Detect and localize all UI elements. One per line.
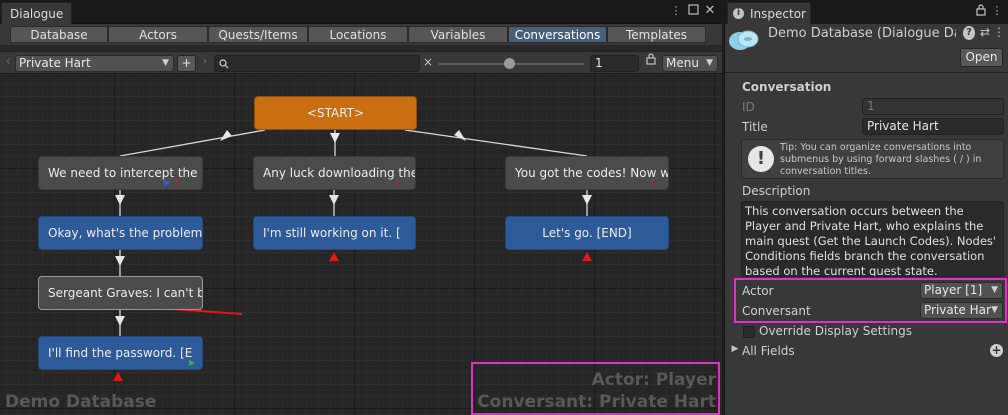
inspector-tab-label: Inspector (750, 7, 806, 21)
menu-label: Menu (666, 56, 699, 70)
section-title: Conversation (742, 80, 832, 94)
end-marker (113, 372, 123, 381)
override-label: Override Display Settings (759, 324, 912, 338)
overlay-conversant: Conversant: Private Hart (477, 392, 716, 412)
zoom-value-field[interactable]: 1 (590, 55, 639, 72)
conversation-dropdown-value: Private Hart (19, 56, 91, 70)
title-field[interactable]: Private Hart (862, 118, 1004, 135)
node-text: I'll find the password. [E (48, 346, 193, 360)
menu-dropdown[interactable]: Menu ▼ (662, 55, 718, 72)
actor-dropdown[interactable]: Player [1] ▼ (920, 282, 1003, 299)
actor-value: Player [1] (924, 283, 983, 297)
node-npc-2[interactable]: Any luck downloading the l ? (253, 156, 416, 190)
node-npc-4[interactable]: Sergeant Graves: I can't b (38, 276, 203, 310)
database-title: Demo Database (Dialogue Dat (768, 26, 956, 41)
database-asset-icon (729, 30, 759, 50)
dropdown-arrow-icon: ▼ (991, 303, 998, 318)
description-label: Description (742, 184, 811, 198)
title-label: Title (742, 120, 768, 134)
lock-icon[interactable] (645, 53, 657, 68)
node-text: We need to intercept the l (48, 166, 203, 180)
node-npc-3[interactable]: You got the codes! Now we ? (505, 156, 669, 190)
dropdown-arrow-icon: ▼ (162, 58, 169, 68)
add-conversation-button[interactable]: + (177, 55, 196, 72)
tab-variables[interactable]: Variables (408, 26, 508, 43)
main-tab-toolbar: Database Actors Quests/Items Locations V… (0, 24, 722, 45)
more-options-icon[interactable]: ⋮ (669, 4, 683, 18)
end-marker (329, 252, 339, 261)
condition-marker-icon: ? (650, 178, 655, 188)
clear-search-icon[interactable]: × (422, 55, 434, 69)
conversant-dropdown[interactable]: Private Hart ▼ (920, 302, 1003, 319)
tab-locations[interactable]: Locations (308, 26, 408, 43)
node-player-3[interactable]: Let's go. [END] (505, 216, 669, 250)
connection-arrow (115, 195, 125, 205)
override-checkbox[interactable] (743, 326, 755, 338)
conversant-value: Private Hart (924, 303, 996, 317)
node-npc-1[interactable]: We need to intercept the l ▶ ? (38, 156, 203, 190)
info-warning-icon: ! (748, 146, 774, 172)
inspector-tab[interactable]: i Inspector (727, 2, 811, 24)
chevron-right-icon[interactable]: › (200, 54, 210, 68)
connection-arrow (330, 133, 340, 143)
more-options-icon[interactable]: ⋮ (993, 25, 1005, 39)
chevron-left-icon[interactable]: ‹ (3, 54, 13, 68)
node-player-2[interactable]: I'm still working on it. [ (253, 216, 416, 250)
end-marker (582, 252, 592, 261)
tab-conversations[interactable]: Conversations (508, 26, 607, 43)
dropdown-arrow-icon: ▼ (991, 285, 998, 295)
link-marker-icon: ▶ (164, 178, 171, 187)
id-label: ID (742, 100, 755, 114)
link-marker-icon: ▶ (189, 358, 196, 367)
preset-icon[interactable]: ⇄ (978, 25, 992, 39)
connection-arrow (582, 195, 592, 205)
node-player-4[interactable]: I'll find the password. [E ▶ (38, 336, 203, 370)
tip-text: Tip: You can organize conversations into… (780, 142, 982, 177)
tab-quests-items[interactable]: Quests/Items (208, 26, 308, 43)
node-start[interactable]: <START> (254, 96, 417, 130)
add-field-icon[interactable]: + (990, 344, 1003, 357)
info-icon: i (733, 8, 744, 19)
tab-database[interactable]: Database (10, 26, 108, 43)
database-watermark: Demo Database (5, 392, 157, 412)
search-icon (219, 59, 229, 69)
conversation-dropdown[interactable]: Private Hart ▼ (15, 55, 174, 72)
tip-box: ! Tip: You can organize conversations in… (741, 139, 1004, 179)
node-text: You got the codes! Now we (515, 166, 669, 180)
condition-marker-icon: ? (394, 178, 399, 188)
inspector-tabbar: i Inspector ⋮ (725, 0, 1008, 24)
node-player-1[interactable]: Okay, what's the problem? (38, 216, 203, 250)
foldout-arrow-icon[interactable]: ▶ (730, 344, 740, 354)
node-canvas[interactable]: <START> We need to intercept the l ▶ ? A… (0, 74, 722, 415)
connection-arrow (220, 130, 232, 141)
close-icon[interactable]: ✕ (703, 4, 717, 18)
zoom-slider-handle[interactable] (504, 58, 515, 69)
dialogue-window-tab[interactable]: Dialogue (1, 2, 73, 24)
conversant-label: Conversant (742, 304, 811, 318)
connection-arrow (329, 195, 339, 205)
actor-label: Actor (742, 284, 774, 298)
tab-actors[interactable]: Actors (108, 26, 208, 43)
connection-arrow (115, 316, 125, 326)
search-input[interactable] (214, 55, 420, 72)
divider (725, 72, 1008, 73)
overlay-actor: Actor: Player (591, 370, 716, 390)
connection-arrow (454, 130, 466, 141)
tab-templates[interactable]: Templates (607, 26, 706, 43)
conversation-toolbar: ‹ Private Hart ▼ + › × 1 Menu ▼ (0, 51, 722, 74)
dialogue-window: Dialogue ⋮ ✕ Database Actors Quests/Item… (0, 0, 722, 415)
id-field: 1 (862, 98, 1004, 115)
lock-icon[interactable] (974, 4, 988, 18)
condition-marker-icon: ? (174, 178, 179, 188)
open-button[interactable]: Open (960, 48, 1003, 67)
maximize-icon[interactable] (686, 4, 700, 18)
dialogue-tabbar: Dialogue ⋮ ✕ (0, 0, 722, 24)
all-fields-foldout[interactable]: All Fields (742, 344, 795, 358)
help-icon[interactable]: ? (963, 26, 975, 40)
inspector-window: i Inspector ⋮ Demo Database (Dialogue Da… (724, 0, 1008, 415)
connection-arrow (115, 256, 125, 266)
more-options-icon[interactable]: ⋮ (990, 4, 1004, 18)
dropdown-arrow-icon: ▼ (706, 58, 713, 68)
description-field[interactable]: This conversation occurs between the Pla… (741, 201, 1004, 277)
